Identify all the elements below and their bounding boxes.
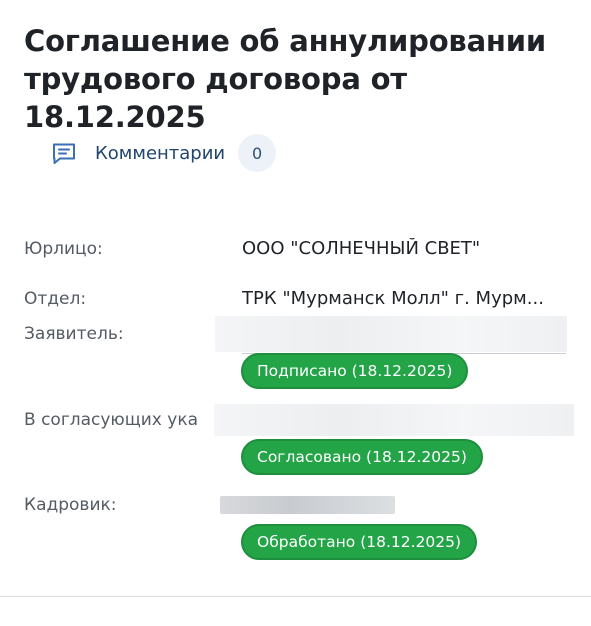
applicant-name-redacted [215,316,567,352]
approvers-label: В согласующих ука [24,410,199,430]
approvers-status-badge: Согласовано (18.12.2025) [241,439,483,475]
comment-icon [50,139,78,167]
document-card: Соглашение об аннулировании трудового до… [0,0,591,626]
divider [0,596,591,597]
legal-entity-label: Юрлицо: [24,239,103,259]
page-title: Соглашение об аннулировании трудового до… [24,24,547,134]
approvers-name-redacted [214,404,574,436]
legal-entity-value: ООО "СОЛНЕЧНЫЙ СВЕТ" [242,238,481,259]
comments-count-badge: 0 [238,134,277,172]
hr-status-badge: Обработано (18.12.2025) [241,524,478,560]
department-label: Отдел: [24,289,87,309]
applicant-label: Заявитель: [24,324,124,344]
department-value: ТРК "Мурманск Молл" г. Мурм... [242,288,544,309]
comments-label: Комментарии [95,142,226,164]
applicant-status-badge: Подписано (18.12.2025) [241,353,469,389]
hr-name-redacted [220,496,395,514]
hr-label: Кадровик: [24,495,117,515]
comments-button[interactable]: Комментарии 0 [50,134,277,172]
